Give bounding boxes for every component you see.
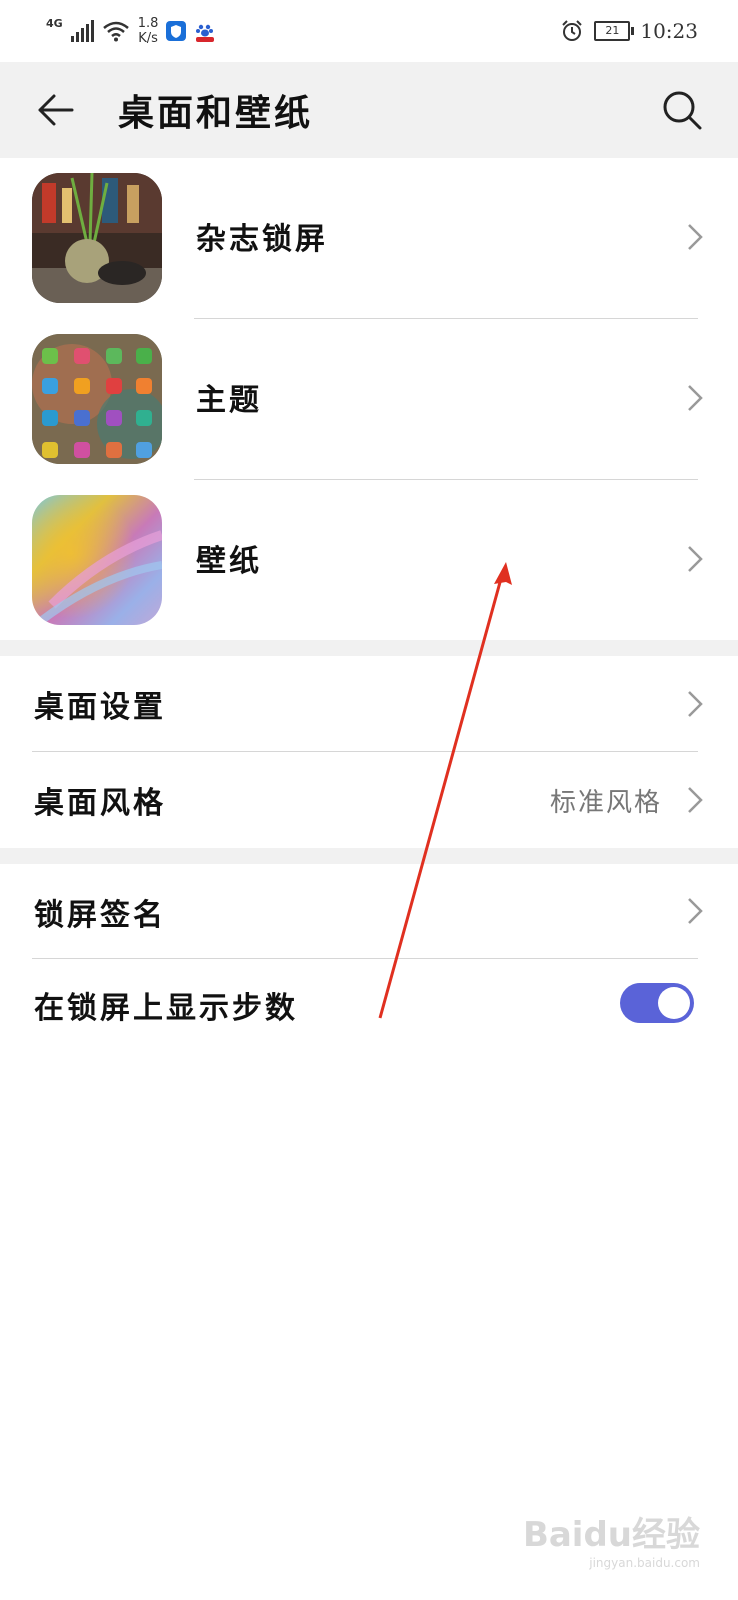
- chevron-right-icon: [688, 385, 703, 411]
- desktop-style-item[interactable]: 桌面风格 标准风格: [0, 752, 738, 848]
- wifi-icon: [102, 21, 129, 42]
- speed-unit: K/s: [138, 31, 158, 46]
- show-steps-toggle[interactable]: [620, 983, 694, 1023]
- security-app-icon: [166, 21, 187, 41]
- page-title: 桌面和壁纸: [118, 92, 314, 134]
- back-arrow-icon[interactable]: [34, 88, 78, 132]
- desktop-settings-label: 桌面设置: [34, 690, 166, 725]
- lockscreen-section: 锁屏签名 在锁屏上显示步数: [0, 864, 738, 1054]
- wallpaper-label: 壁纸: [196, 544, 262, 579]
- baidu-app-icon: [194, 21, 215, 42]
- chevron-right-icon: [688, 787, 703, 813]
- lockscreen-signature-item[interactable]: 锁屏签名: [0, 864, 738, 958]
- chevron-right-icon: [688, 898, 703, 924]
- search-icon[interactable]: [660, 88, 704, 132]
- alarm-icon: [562, 20, 583, 41]
- network-type: 4G: [46, 16, 63, 30]
- personalization-section: 杂志锁屏 主题 壁纸: [0, 158, 738, 640]
- desktop-settings-item[interactable]: 桌面设置: [0, 656, 738, 751]
- theme-item[interactable]: 主题: [0, 319, 738, 479]
- status-bar: 4G 1.8 K/s 21 10:23: [0, 0, 738, 62]
- network-speed: 1.8 K/s: [138, 16, 159, 46]
- lockscreen-signature-label: 锁屏签名: [34, 898, 166, 933]
- watermark-main: Baidu经验: [522, 1515, 700, 1555]
- toggle-knob: [658, 987, 690, 1019]
- speed-value: 1.8: [137, 16, 159, 31]
- section-gap: [0, 640, 738, 656]
- status-right: 21 10:23: [560, 16, 698, 46]
- battery-indicator: 21: [594, 21, 635, 41]
- magazine-lockscreen-item[interactable]: 杂志锁屏: [0, 158, 738, 318]
- section-gap: [0, 848, 738, 864]
- chevron-right-icon: [688, 546, 703, 572]
- theme-label: 主题: [196, 383, 262, 418]
- baidu-watermark: Baidu经验 jingyan.baidu.com: [523, 1507, 700, 1570]
- theme-thumbnail: [32, 334, 162, 464]
- show-steps-label: 在锁屏上显示步数: [34, 991, 298, 1026]
- status-left: 4G 1.8 K/s: [46, 14, 215, 48]
- signal-icon: [70, 20, 94, 42]
- chevron-right-icon: [688, 691, 703, 717]
- app-header: 桌面和壁纸: [0, 62, 738, 158]
- watermark-sub: jingyan.baidu.com: [589, 1556, 700, 1570]
- chevron-right-icon: [688, 224, 703, 250]
- clock: 10:23: [640, 19, 698, 43]
- desktop-style-label: 桌面风格: [34, 786, 166, 821]
- desktop-style-value: 标准风格: [549, 788, 662, 818]
- magazine-lockscreen-label: 杂志锁屏: [196, 222, 328, 257]
- show-steps-item: 在锁屏上显示步数: [0, 959, 738, 1054]
- wallpaper-thumbnail: [32, 495, 162, 625]
- desktop-section: 桌面设置 桌面风格 标准风格: [0, 656, 738, 848]
- wallpaper-item[interactable]: 壁纸: [0, 480, 738, 640]
- magazine-lockscreen-thumbnail: [32, 173, 162, 303]
